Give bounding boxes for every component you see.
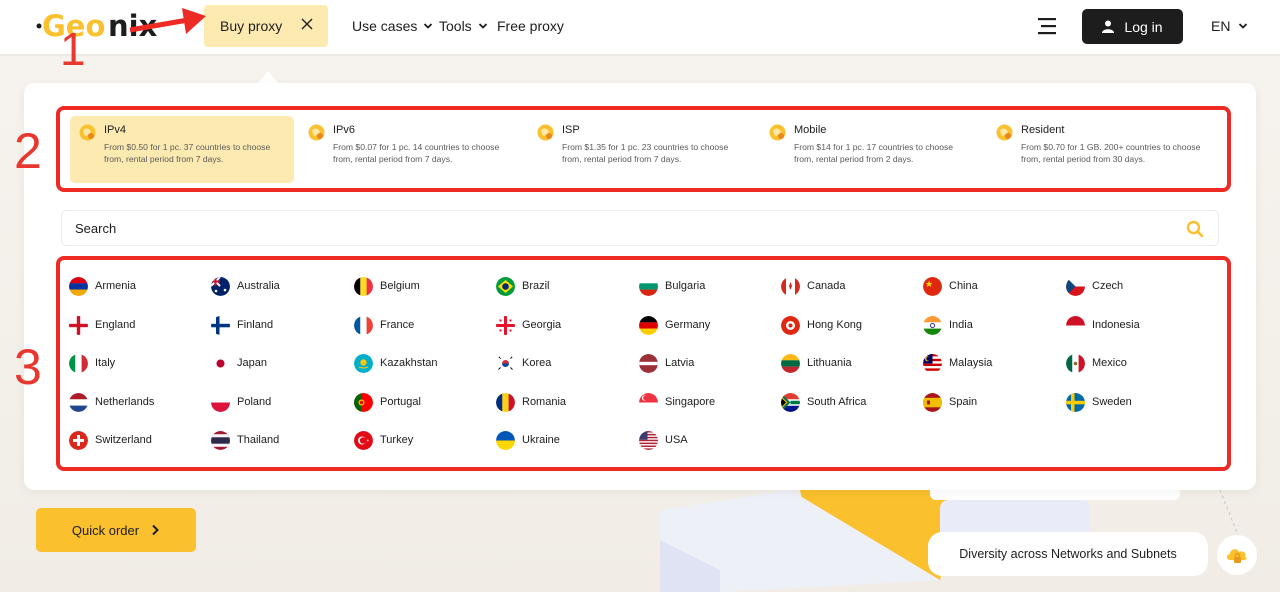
nav-free-proxy-label: Free proxy — [497, 18, 564, 34]
country-search-input[interactable]: Search — [61, 210, 1219, 246]
search-icon[interactable] — [1186, 220, 1204, 238]
quick-order-button[interactable]: Quick order — [36, 508, 196, 552]
nav-use-cases[interactable]: Use cases — [352, 18, 433, 34]
diversity-label: Diversity across Networks and Subnets — [959, 547, 1177, 561]
quick-order-label: Quick order — [71, 522, 140, 538]
buy-proxy-label: Buy proxy — [220, 18, 283, 34]
nav-tools-label: Tools — [439, 18, 472, 34]
close-icon[interactable] — [300, 17, 314, 31]
cloud-badge — [1217, 535, 1257, 575]
annotation-2: 2 — [14, 123, 42, 179]
nav-use-cases-label: Use cases — [352, 18, 418, 34]
chevron-down-icon — [478, 23, 487, 29]
annotation-box-proxy-types — [56, 106, 1231, 192]
login-button[interactable]: Log in — [1082, 9, 1183, 44]
annotation-1: 1 — [60, 23, 86, 75]
diversity-badge: Diversity across Networks and Subnets — [928, 532, 1208, 576]
annotation-3: 3 — [14, 339, 42, 395]
cloud-lock-icon — [1227, 549, 1247, 563]
language-selector[interactable]: EN — [1211, 18, 1248, 34]
language-label: EN — [1211, 18, 1231, 34]
chevron-down-icon — [1239, 23, 1248, 29]
menu-icon[interactable] — [1038, 17, 1058, 35]
annotation-box-countries — [56, 256, 1231, 471]
chevron-down-icon — [424, 23, 433, 29]
dropdown-pointer — [258, 71, 278, 83]
buy-proxy-menu[interactable]: Buy proxy — [204, 5, 328, 47]
chevron-right-icon — [152, 524, 160, 536]
user-icon — [1102, 20, 1115, 33]
login-label: Log in — [1124, 18, 1163, 35]
nav-free-proxy[interactable]: Free proxy — [497, 18, 564, 34]
nav-tools[interactable]: Tools — [439, 18, 488, 34]
search-placeholder: Search — [75, 220, 117, 236]
